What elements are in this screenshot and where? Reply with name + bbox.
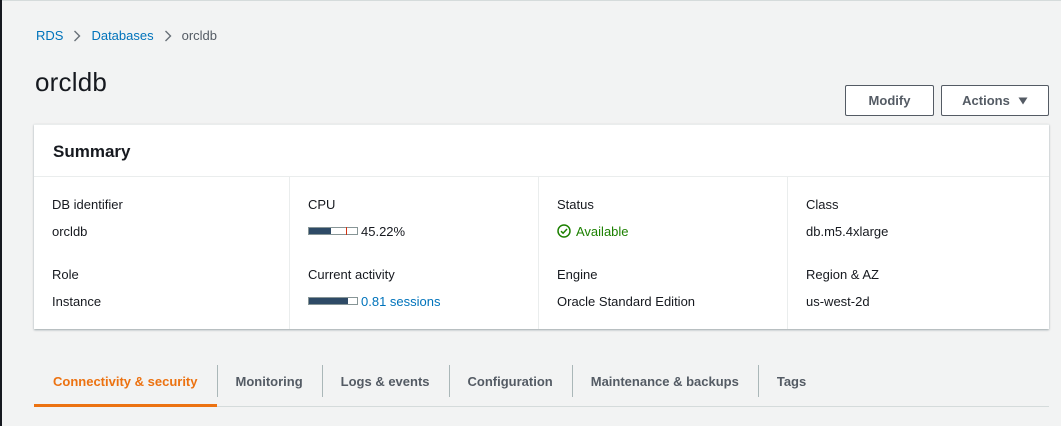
tab-monitoring[interactable]: Monitoring <box>216 357 322 406</box>
class-label: Class <box>806 197 839 212</box>
check-circle-icon <box>557 224 571 238</box>
tab-configuration[interactable]: Configuration <box>448 357 572 406</box>
tab-connectivity-security[interactable]: Connectivity & security <box>34 357 217 407</box>
activity-meter-fill <box>309 298 348 304</box>
summary-column-status: Status Available Engine Oracle Standard … <box>538 177 787 329</box>
detail-tabs: Connectivity & security Monitoring Logs … <box>34 357 1049 407</box>
breadcrumb-current: orcldb <box>181 28 218 43</box>
status-value: Available <box>576 223 629 239</box>
page-title: orcldb <box>35 67 108 97</box>
summary-column-identity: DB identifier orcldb Role Instance <box>34 177 289 329</box>
chevron-right-icon <box>73 30 81 42</box>
current-activity-link[interactable]: 0.81 sessions <box>361 294 441 309</box>
role-label: Role <box>52 267 79 282</box>
summary-title: Summary <box>53 142 131 161</box>
caret-down-icon <box>1018 97 1028 105</box>
db-identifier-value: orcldb <box>52 223 88 239</box>
region-label: Region & AZ <box>806 267 879 282</box>
cpu-value: 45.22% <box>361 223 406 239</box>
engine-value: Oracle Standard Edition <box>557 293 696 309</box>
summary-column-class: Class db.m5.4xlarge Region & AZ us-west-… <box>787 177 1049 329</box>
tab-logs-events[interactable]: Logs & events <box>321 357 449 406</box>
tab-tags[interactable]: Tags <box>757 357 825 406</box>
window-left-border <box>0 0 2 426</box>
cpu-value-row: 45.22% <box>308 223 520 239</box>
status-value-row: Available <box>557 223 769 239</box>
region-value: us-west-2d <box>806 293 870 309</box>
summary-grid: DB identifier orcldb Role Instance CPU 4… <box>34 177 1049 329</box>
breadcrumb: RDS Databases orcldb <box>36 28 217 43</box>
region-field: Region & AZ us-west-2d <box>806 267 1031 337</box>
actions-dropdown-button[interactable]: Actions <box>941 85 1049 116</box>
db-identifier-label: DB identifier <box>52 197 123 212</box>
modify-button[interactable]: Modify <box>845 85 934 116</box>
breadcrumb-rds-link[interactable]: RDS <box>36 28 63 43</box>
status-field: Status Available <box>557 197 769 267</box>
chevron-right-icon <box>164 30 172 42</box>
class-field: Class db.m5.4xlarge <box>806 197 1031 267</box>
engine-field: Engine Oracle Standard Edition <box>557 267 769 337</box>
cpu-meter <box>308 227 358 235</box>
cpu-field: CPU 45.22% <box>308 197 520 267</box>
cpu-meter-fill <box>309 228 331 234</box>
current-activity-field: Current activity 0.81 sessions <box>308 267 520 337</box>
engine-label: Engine <box>557 267 598 282</box>
class-value: db.m5.4xlarge <box>806 223 889 239</box>
summary-panel: Summary DB identifier orcldb Role Instan… <box>34 124 1049 329</box>
current-activity-label: Current activity <box>308 267 395 282</box>
db-identifier-field: DB identifier orcldb <box>52 197 271 267</box>
actions-button-label: Actions <box>962 93 1010 108</box>
breadcrumb-databases-link[interactable]: Databases <box>91 28 153 43</box>
cpu-label: CPU <box>308 197 336 212</box>
activity-meter <box>308 297 358 305</box>
cpu-threshold-marker <box>346 227 348 235</box>
status-label: Status <box>557 197 594 212</box>
role-field: Role Instance <box>52 267 271 337</box>
tab-maintenance-backups[interactable]: Maintenance & backups <box>571 357 758 406</box>
window-top-border <box>0 0 1061 1</box>
current-activity-value-row: 0.81 sessions <box>308 293 520 309</box>
summary-header: Summary <box>34 125 1049 177</box>
summary-column-metrics: CPU 45.22% Current activity 0.81 session… <box>289 177 538 329</box>
role-value: Instance <box>52 293 102 309</box>
modify-button-label: Modify <box>868 93 911 108</box>
